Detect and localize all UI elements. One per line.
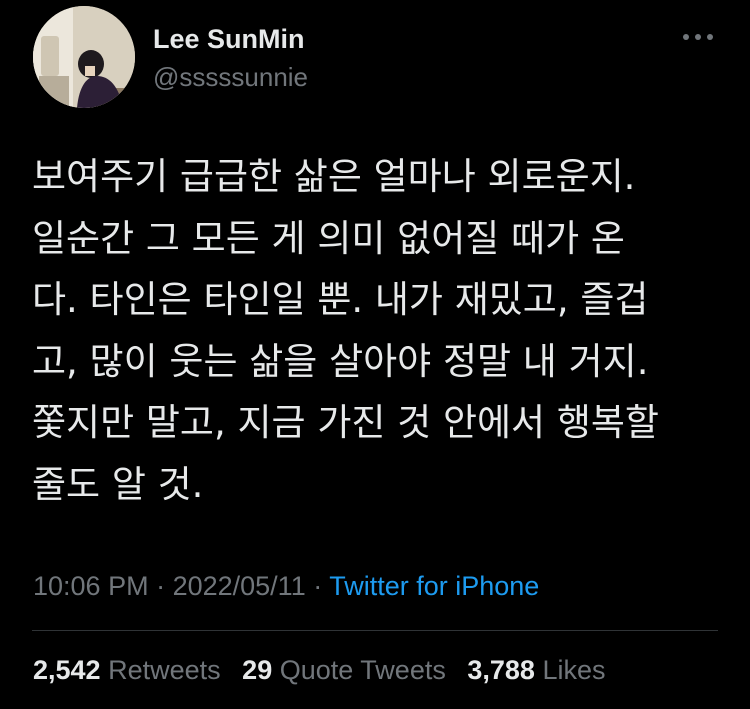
retweets-count: 2,542 [33,655,101,685]
tweet-time[interactable]: 10:06 PM [33,571,149,601]
tweet-detail: Lee SunMin @sssssunnie 보여주기 급급한 삶은 얼마나 외… [0,0,750,709]
likes-label: Likes [542,655,606,685]
retweets-label: Retweets [108,655,221,685]
meta-separator: · [148,571,173,601]
tweet-stats: 2,542 Retweets 29 Quote Tweets 3,788 Lik… [33,655,605,686]
quote-tweets-stat[interactable]: 29 Quote Tweets [242,655,446,685]
avatar[interactable] [33,6,135,108]
author-handle[interactable]: @sssssunnie [153,62,308,93]
tweet-text: 보여주기 급급한 삶은 얼마나 외로운지. 일순간 그 모든 게 의미 없어질 … [32,155,659,506]
retweets-stat[interactable]: 2,542 Retweets [33,655,221,685]
more-options-button[interactable] [676,22,720,52]
meta-separator: · [305,571,330,601]
avatar-photo [33,6,135,108]
quote-tweets-count: 29 [242,655,273,685]
tweet-meta: 10:06 PM · 2022/05/11 · Twitter for iPho… [33,571,539,602]
tweet-date[interactable]: 2022/05/11 [173,571,306,601]
likes-count: 3,788 [467,655,535,685]
quote-tweets-label: Quote Tweets [279,655,446,685]
more-horizontal-icon [683,34,713,40]
author-name[interactable]: Lee SunMin [153,24,305,55]
tweet-source-link[interactable]: Twitter for iPhone [329,571,539,601]
divider [32,630,718,631]
likes-stat[interactable]: 3,788 Likes [467,655,605,685]
